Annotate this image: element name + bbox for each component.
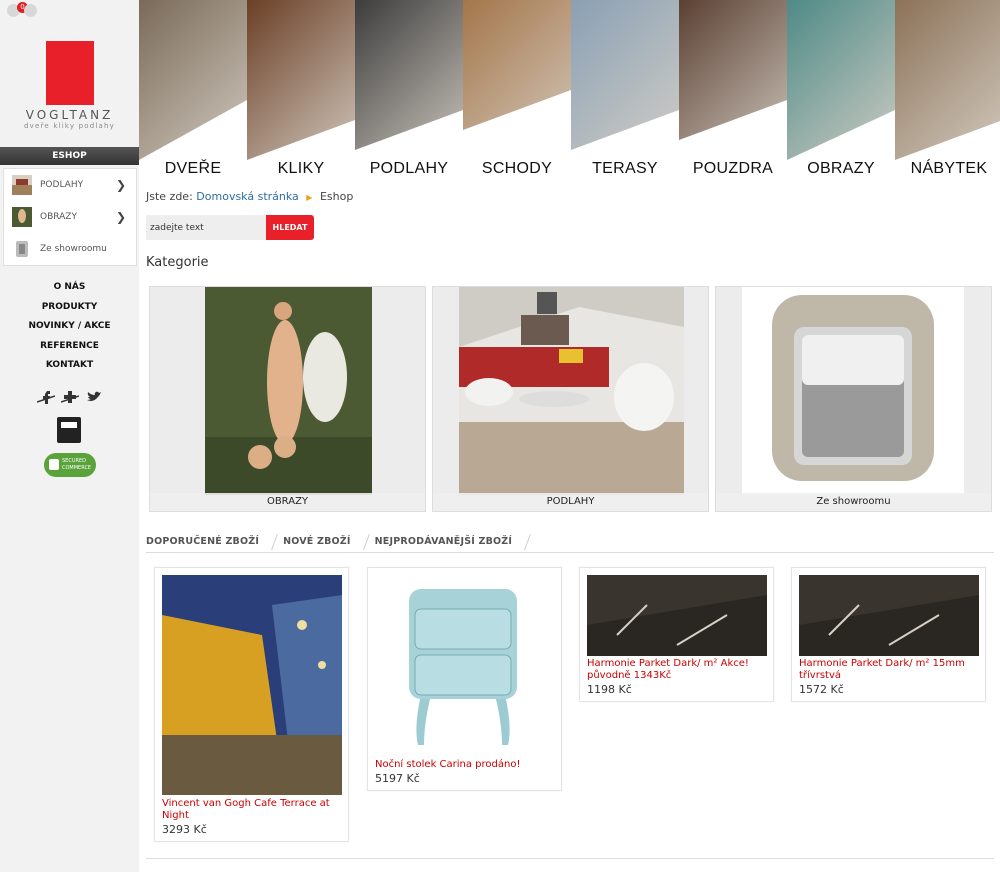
category-tile-label: NÁBYTEK	[910, 160, 988, 177]
product-name[interactable]: Harmonie Parket Dark/ m² Akce! původně 1…	[587, 658, 767, 682]
secured-text: SECURED COMMERCE	[62, 458, 92, 471]
sidebar-item-showroom[interactable]: Ze showroomu	[4, 233, 136, 265]
obrazy-image	[205, 287, 372, 495]
category-tile-3[interactable]: SCHODY	[463, 0, 571, 185]
category-card-showroom[interactable]: Ze showroomu	[715, 286, 992, 512]
category-tile-label: SCHODY	[481, 160, 553, 177]
tab-nove[interactable]: NOVÉ ZBOŽÍ	[283, 536, 371, 552]
breadcrumb-home-link[interactable]: Domovská stránka	[196, 190, 299, 203]
category-tile-1[interactable]: KLIKY	[247, 0, 355, 185]
product-price: 5197 Kč	[375, 772, 420, 785]
product-image	[799, 575, 979, 656]
category-tile-5[interactable]: POUZDRA	[679, 0, 787, 185]
product-price: 3293 Kč	[162, 823, 207, 836]
tile-wedge	[895, 0, 1000, 185]
category-tile-0[interactable]: DVEŘE	[139, 0, 247, 185]
product-price: 1572 Kč	[799, 683, 844, 696]
divider	[146, 858, 994, 859]
sidebar-item-label: OBRAZY	[40, 212, 77, 222]
product-name[interactable]: Noční stolek Carina prodáno!	[375, 759, 555, 771]
category-card-obrazy[interactable]: OBRAZY	[149, 286, 426, 512]
category-caption: PODLAHY	[433, 493, 708, 511]
product-card[interactable]: Noční stolek Carina prodáno! 5197 Kč	[367, 567, 562, 791]
nav-item-novinky[interactable]: NOVINKY / AKCE	[0, 319, 139, 339]
product-image	[587, 575, 767, 656]
product-image	[375, 575, 555, 755]
product-card[interactable]: Harmonie Parket Dark/ m² 15mm třívrstvá …	[791, 567, 986, 702]
sidebar-item-podlahy[interactable]: PODLAHY ❯	[4, 169, 136, 201]
breadcrumb: Jste zde: Domovská stránka ▶ Eshop	[146, 190, 353, 203]
category-menu: PODLAHY ❯ OBRAZY ❯ Ze showroomu	[3, 168, 137, 266]
google-plus-icon[interactable]	[61, 390, 79, 404]
product-card[interactable]: Vincent van Gogh Cafe Terrace at Night 3…	[154, 567, 349, 842]
category-tile-label: POUZDRA	[692, 160, 774, 177]
tile-wedge	[247, 0, 355, 185]
tile-wedge	[139, 0, 247, 185]
category-card-podlahy[interactable]: PODLAHY	[432, 286, 709, 512]
category-caption: Ze showroomu	[716, 493, 991, 511]
category-tile-label: OBRAZY	[807, 160, 875, 177]
social-links	[37, 390, 103, 404]
nav-item-produkty[interactable]: PRODUKTY	[0, 300, 139, 320]
obrazy-thumbnail	[12, 207, 32, 227]
main-nav: O NÁS PRODUKTY NOVINKY / AKCE REFERENCE …	[0, 280, 139, 378]
cart-icon[interactable]: 0	[7, 2, 28, 17]
tile-wedge	[787, 0, 895, 185]
breadcrumb-separator-icon: ▶	[306, 193, 313, 202]
podlahy-thumbnail	[12, 175, 32, 195]
tile-wedge	[571, 0, 679, 185]
top-icons: 0	[7, 2, 37, 17]
sidebar-item-obrazy[interactable]: OBRAZY ❯	[4, 201, 136, 233]
nav-item-kontakt[interactable]: KONTAKT	[0, 358, 139, 378]
product-tabs: DOPORUČENÉ ZBOŽÍ NOVÉ ZBOŽÍ NEJPRODÁVANĚ…	[146, 536, 994, 553]
eshop-heading[interactable]: ESHOP	[0, 147, 139, 165]
product-image	[162, 575, 342, 795]
category-tile-6[interactable]: OBRAZY	[787, 0, 895, 185]
tab-nejprodavanejsi[interactable]: NEJPRODÁVANĚJŠÍ ZBOŽÍ	[375, 536, 532, 552]
lock-icon	[49, 459, 59, 470]
cash-register-icon[interactable]	[57, 417, 81, 443]
twitter-icon[interactable]	[85, 390, 103, 404]
logo-name: VOGLTANZ	[25, 108, 114, 122]
category-tile-2[interactable]: PODLAHY	[355, 0, 463, 185]
nav-item-o-nas[interactable]: O NÁS	[0, 280, 139, 300]
product-name[interactable]: Harmonie Parket Dark/ m² 15mm třívrstvá	[799, 658, 979, 682]
header-banner: DVEŘE KLIKY PODLAHY SCHODY TERASY POUZDRA OBRA…	[139, 0, 1000, 185]
category-tile-label: DVEŘE	[164, 160, 222, 177]
showroom-image	[742, 287, 964, 495]
category-tile-label: PODLAHY	[369, 160, 449, 177]
logo[interactable]	[46, 41, 94, 105]
tab-doporucene[interactable]: DOPORUČENÉ ZBOŽÍ	[146, 536, 279, 552]
category-tile-label: TERASY	[592, 160, 658, 177]
secured-commerce-badge: SECURED COMMERCE	[44, 453, 96, 477]
breadcrumb-current: Eshop	[319, 190, 354, 203]
podlahy-image	[459, 287, 684, 495]
nav-item-reference[interactable]: REFERENCE	[0, 339, 139, 359]
tile-wedge	[679, 0, 787, 185]
category-caption: OBRAZY	[150, 493, 425, 511]
product-card[interactable]: Harmonie Parket Dark/ m² Akce! původně 1…	[579, 567, 774, 702]
category-tile-4[interactable]: TERASY	[571, 0, 679, 185]
search-form: HLEDAT	[146, 215, 314, 240]
chevron-right-icon: ❯	[115, 210, 126, 224]
category-tile-7[interactable]: NÁBYTEK	[895, 0, 1000, 185]
product-price: 1198 Kč	[587, 683, 632, 696]
sidebar: 0 VOGLTANZ dveře kliky podlahy ESHOP POD…	[0, 0, 139, 872]
product-name[interactable]: Vincent van Gogh Cafe Terrace at Night	[162, 798, 342, 822]
categories-title: Kategorie	[146, 255, 209, 270]
user-icon[interactable]	[24, 4, 37, 17]
showroom-thumbnail	[12, 239, 32, 259]
category-cards: OBRAZY PODLAHY Ze showroomu	[149, 286, 992, 512]
chevron-right-icon: ❯	[115, 178, 126, 192]
logo-tagline: dveře kliky podlahy	[23, 122, 116, 130]
tile-wedge	[463, 0, 571, 185]
tile-wedge	[355, 0, 463, 185]
facebook-icon[interactable]	[37, 390, 55, 404]
sidebar-item-label: Ze showroomu	[40, 244, 107, 254]
breadcrumb-prefix: Jste zde:	[146, 190, 193, 203]
sidebar-item-label: PODLAHY	[40, 180, 84, 190]
search-input[interactable]	[146, 215, 266, 240]
category-tile-label: KLIKY	[277, 160, 325, 177]
search-button[interactable]: HLEDAT	[266, 215, 314, 240]
